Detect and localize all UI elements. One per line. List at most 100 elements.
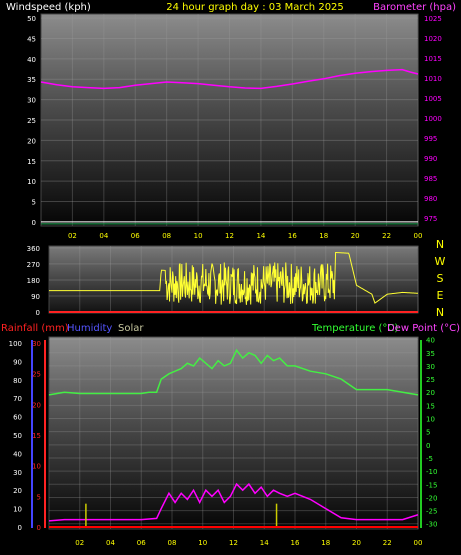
windspeed-tick: 30 bbox=[27, 97, 36, 105]
barometer-tick: 980 bbox=[424, 195, 437, 203]
windspeed-tick: 35 bbox=[27, 76, 36, 84]
temperature-axis: -30 -25 -20 -15 -10 -5 0 5 10 15 20 25 30 35 40 bbox=[426, 337, 437, 529]
windspeed-tick: 10 bbox=[27, 178, 36, 186]
time-tick: 02 bbox=[75, 539, 84, 547]
time-tick: 18 bbox=[321, 539, 330, 547]
humidity-tick: 20 bbox=[32, 401, 41, 409]
time-tick: 22 bbox=[383, 539, 392, 547]
time-tick: 10 bbox=[194, 232, 203, 240]
time-tick: 06 bbox=[131, 232, 140, 240]
direction-tick: 360 bbox=[27, 245, 40, 253]
temperature-tick: 25 bbox=[426, 376, 435, 384]
compass-axis: NWSEN bbox=[435, 238, 446, 319]
windspeed-tick: 0 bbox=[32, 219, 36, 227]
legend-solar: Solar bbox=[118, 323, 144, 334]
rainfall-tick: 40 bbox=[13, 450, 22, 458]
time-tick: 02 bbox=[68, 232, 77, 240]
direction-tick: 0 bbox=[36, 309, 40, 317]
time-tick: 14 bbox=[260, 539, 269, 547]
compass-label: E bbox=[437, 289, 444, 302]
windspeed-tick: 40 bbox=[27, 56, 36, 64]
barometer-tick: 1015 bbox=[424, 55, 442, 63]
windspeed-tick: 45 bbox=[27, 35, 36, 43]
temperature-tick: -30 bbox=[426, 521, 437, 529]
time-tick: 22 bbox=[382, 232, 391, 240]
humidity-tick: 10 bbox=[32, 463, 41, 471]
direction-tick: 180 bbox=[27, 277, 40, 285]
windspeed-tick: 50 bbox=[27, 15, 36, 23]
direction-tick: 270 bbox=[27, 261, 40, 269]
compass-label: W bbox=[435, 255, 446, 268]
humidity-tick: 30 bbox=[32, 340, 41, 348]
windspeed-tick: 20 bbox=[27, 137, 36, 145]
time-tick: 20 bbox=[352, 539, 361, 547]
humidity-tick: 25 bbox=[32, 371, 41, 379]
time-tick: 12 bbox=[229, 539, 238, 547]
temperature-tick: 40 bbox=[426, 337, 435, 345]
barometer-tick: 1000 bbox=[424, 115, 442, 123]
weather-graph: Windspeed (kph) 24 hour graph day : 03 M… bbox=[1, 2, 460, 547]
compass-label: N bbox=[436, 306, 444, 319]
windspeed-axis: 0 5 10 15 20 25 30 35 40 45 50 bbox=[27, 15, 36, 227]
barometer-tick: 990 bbox=[424, 155, 437, 163]
barometer-tick: 1010 bbox=[424, 75, 442, 83]
temperature-tick: 0 bbox=[426, 442, 430, 450]
rainfall-tick: 50 bbox=[13, 432, 22, 440]
time-tick: 06 bbox=[137, 539, 146, 547]
temperature-tick: 15 bbox=[426, 402, 435, 410]
chart-title: 24 hour graph day : 03 March 2025 bbox=[166, 2, 344, 13]
direction-tick: 90 bbox=[31, 293, 40, 301]
barometer-tick: 1025 bbox=[424, 15, 442, 23]
temperature-tick: 10 bbox=[426, 416, 435, 424]
humidity-axis: 0 5 10 15 20 25 30 bbox=[32, 340, 41, 532]
barometer-tick: 1020 bbox=[424, 35, 442, 43]
humidity-tick: 15 bbox=[32, 432, 41, 440]
windspeed-tick: 25 bbox=[27, 117, 36, 125]
compass-label: S bbox=[437, 272, 444, 285]
rainfall-tick: 30 bbox=[13, 469, 22, 477]
humidity-tick: 5 bbox=[37, 493, 41, 501]
rainfall-tick: 20 bbox=[13, 487, 22, 495]
legend-rainfall: Rainfall (mm) bbox=[1, 323, 69, 334]
rainfall-tick: 80 bbox=[13, 377, 22, 385]
time-tick: 04 bbox=[106, 539, 115, 547]
temperature-tick: -25 bbox=[426, 508, 437, 516]
windspeed-tick: 15 bbox=[27, 158, 36, 166]
barometer-tick: 975 bbox=[424, 215, 437, 223]
humidity-tick: 0 bbox=[37, 524, 41, 532]
legend-temperature: Temperature (°C) bbox=[311, 323, 398, 334]
wind-baro-time-axis: 02 04 06 08 10 12 14 16 18 20 22 00 bbox=[68, 232, 423, 240]
temp-humidity-time-axis: 02 04 06 08 10 12 14 16 18 20 22 00 bbox=[75, 539, 422, 547]
barometer-tick: 995 bbox=[424, 135, 437, 143]
legend-humidity: Humidity bbox=[67, 323, 112, 334]
rainfall-tick: 10 bbox=[13, 506, 22, 514]
legend-dew-point: Dew Point (°C) bbox=[387, 323, 460, 334]
compass-label: N bbox=[436, 238, 444, 251]
wind-direction-axis: 0 90 180 270 360 bbox=[27, 245, 40, 317]
rainfall-tick: 70 bbox=[13, 395, 22, 403]
barometer-tick: 1005 bbox=[424, 95, 442, 103]
temperature-tick: -15 bbox=[426, 481, 437, 489]
temperature-tick: -10 bbox=[426, 468, 437, 476]
time-tick: 08 bbox=[162, 232, 171, 240]
temperature-tick: 35 bbox=[426, 350, 435, 358]
windspeed-tick: 5 bbox=[32, 199, 36, 207]
temperature-tick: -20 bbox=[426, 494, 437, 502]
rainfall-axis: 0 10 20 30 40 50 60 70 80 90 100 bbox=[9, 340, 22, 532]
barometer-axis: 975 980 985 990 995 1000 1005 1010 1015 1020 1025 bbox=[424, 15, 442, 223]
windspeed-title: Windspeed (kph) bbox=[6, 2, 91, 13]
time-tick: 20 bbox=[351, 232, 360, 240]
rainfall-tick: 0 bbox=[18, 524, 22, 532]
rainfall-tick: 100 bbox=[9, 340, 22, 348]
rainfall-tick: 60 bbox=[13, 414, 22, 422]
barometer-tick: 985 bbox=[424, 175, 437, 183]
barometer-title: Barometer (hpa) bbox=[373, 2, 456, 13]
time-tick: 16 bbox=[288, 232, 297, 240]
temperature-tick: 30 bbox=[426, 363, 435, 371]
temperature-tick: -5 bbox=[426, 455, 433, 463]
time-tick: 00 bbox=[414, 232, 423, 240]
time-tick: 16 bbox=[291, 539, 300, 547]
temperature-tick: 20 bbox=[426, 389, 435, 397]
rainfall-tick: 90 bbox=[13, 358, 22, 366]
time-tick: 08 bbox=[168, 539, 177, 547]
